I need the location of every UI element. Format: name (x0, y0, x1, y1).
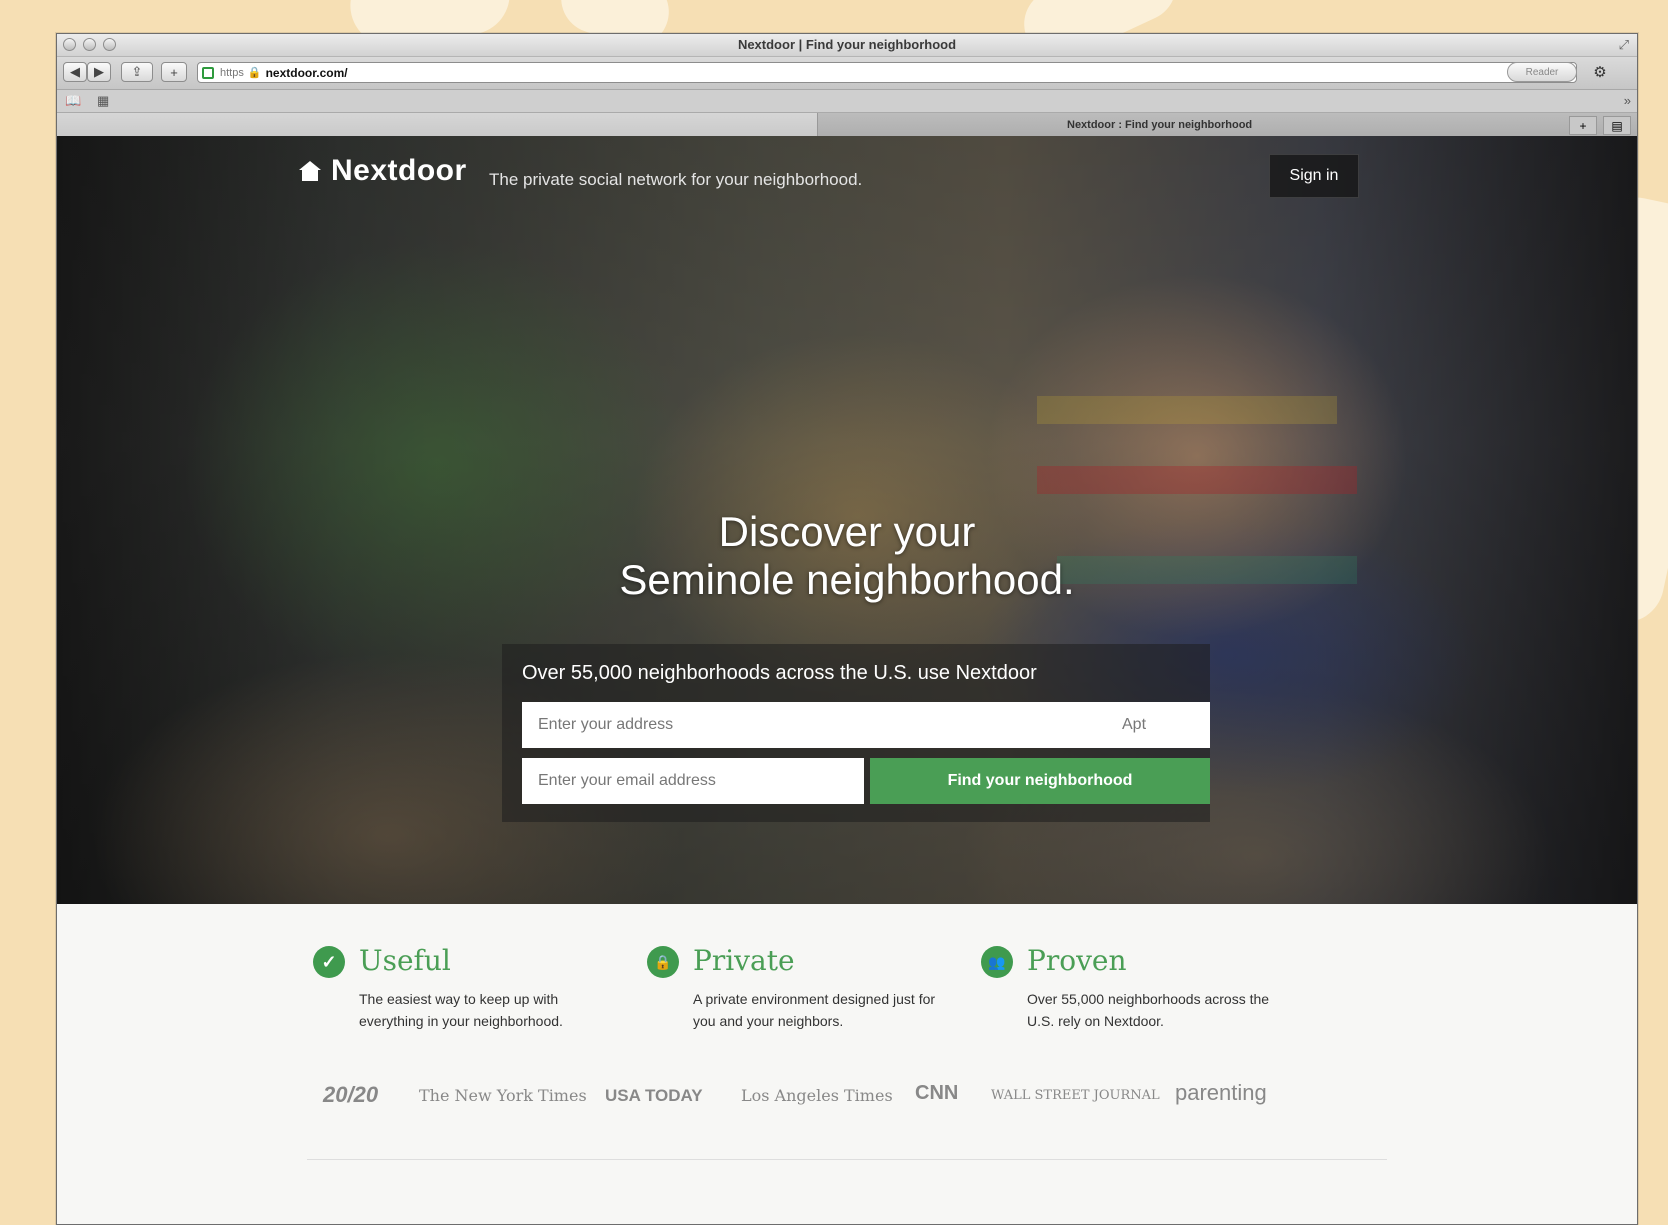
bookmarks-bar: 📖 ▦ » (57, 90, 1637, 113)
secure-site-icon (202, 66, 214, 79)
new-tab-button[interactable]: + (1569, 116, 1597, 135)
press-logo-parenting: parenting (1175, 1080, 1267, 1105)
more-bookmarks-icon[interactable]: » (1624, 93, 1631, 108)
people-icon: 👥 (981, 946, 1013, 978)
form-intro: Over 55,000 neighborhoods across the U.S… (522, 662, 1037, 684)
hero-section: Nextdoor The private social network for … (57, 136, 1637, 904)
tagline: The private social network for your neig… (489, 170, 863, 189)
gear-icon[interactable]: ⚙ (1589, 62, 1611, 82)
address-bar[interactable]: https 🔒 nextdoor.com/ ↻ (197, 62, 1577, 83)
feature-description: The easiest way to keep up with everythi… (359, 991, 563, 1029)
press-logo-wsj: WALL STREET JOURNAL (991, 1088, 1160, 1103)
check-icon: ✓ (313, 946, 345, 978)
window-title: Nextdoor | Find your neighborhood (737, 37, 957, 52)
find-neighborhood-button[interactable]: Find your neighborhood (870, 758, 1210, 804)
feature-title: Useful (359, 944, 451, 977)
press-logo-usa-today: USA TODAY (605, 1086, 703, 1105)
fullscreen-icon[interactable]: ⤢ (1619, 37, 1629, 53)
email-input[interactable]: Enter your email address (522, 758, 864, 804)
reader-button[interactable]: Reader (1507, 62, 1577, 82)
top-sites-icon[interactable]: ▦ (97, 93, 109, 109)
lock-icon: 🔒 (247, 67, 262, 79)
title-bar: Nextdoor | Find your neighborhood ⤢ (57, 34, 1637, 57)
share-button[interactable]: ⇪ (121, 62, 153, 82)
url-host: nextdoor.com/ (265, 65, 348, 80)
lock-icon: 🔒 (647, 946, 679, 978)
url-scheme: https (220, 66, 244, 79)
browser-window: Nextdoor | Find your neighborhood ⤢ ◀ ▶ … (56, 33, 1638, 1225)
feature-description: A private environment designed just for … (693, 991, 936, 1029)
press-logo-2020: 20/20 (323, 1082, 379, 1107)
brand-logo[interactable]: Nextdoor (297, 154, 467, 188)
feature-title: Private (693, 944, 795, 977)
tab-overview-button[interactable]: ▤ (1603, 116, 1631, 135)
tab-active[interactable] (57, 113, 818, 137)
reading-list-icon[interactable]: 📖 (65, 93, 81, 109)
forward-button[interactable]: ▶ (87, 62, 111, 82)
feature-title: Proven (1027, 944, 1127, 977)
house-icon (299, 161, 321, 181)
press-logo-nytimes: The New York Times (419, 1086, 587, 1105)
headline-line-1: Discover your (718, 508, 976, 555)
features-section: ✓ Useful The easiest way to keep up with… (57, 904, 1637, 1224)
address-input[interactable]: Enter your address (522, 702, 1210, 748)
add-bookmark-button[interactable]: + (161, 62, 187, 82)
apt-input[interactable]: Apt (1122, 702, 1202, 748)
tab-title[interactable]: Nextdoor : Find your neighborhood (1067, 119, 1252, 131)
browser-toolbar: ◀ ▶ ⇪ + https 🔒 nextdoor.com/ ↻ Reader ⚙ (57, 57, 1637, 90)
sign-in-button[interactable]: Sign in (1269, 154, 1359, 198)
brand-name: Nextdoor (331, 154, 467, 187)
press-logo-cnn: CNN (915, 1082, 959, 1104)
feature-description: Over 55,000 neighborhoods across the U.S… (1027, 991, 1270, 1029)
signup-form: Over 55,000 neighborhoods across the U.S… (502, 644, 1210, 822)
tab-bar: Nextdoor : Find your neighborhood + ▤ (57, 113, 1637, 138)
press-logo-la-times: Los Angeles Times (741, 1086, 893, 1105)
back-button[interactable]: ◀ (63, 62, 87, 82)
headline-line-2: Seminole neighborhood. (619, 556, 1075, 603)
divider (307, 1159, 1387, 1160)
